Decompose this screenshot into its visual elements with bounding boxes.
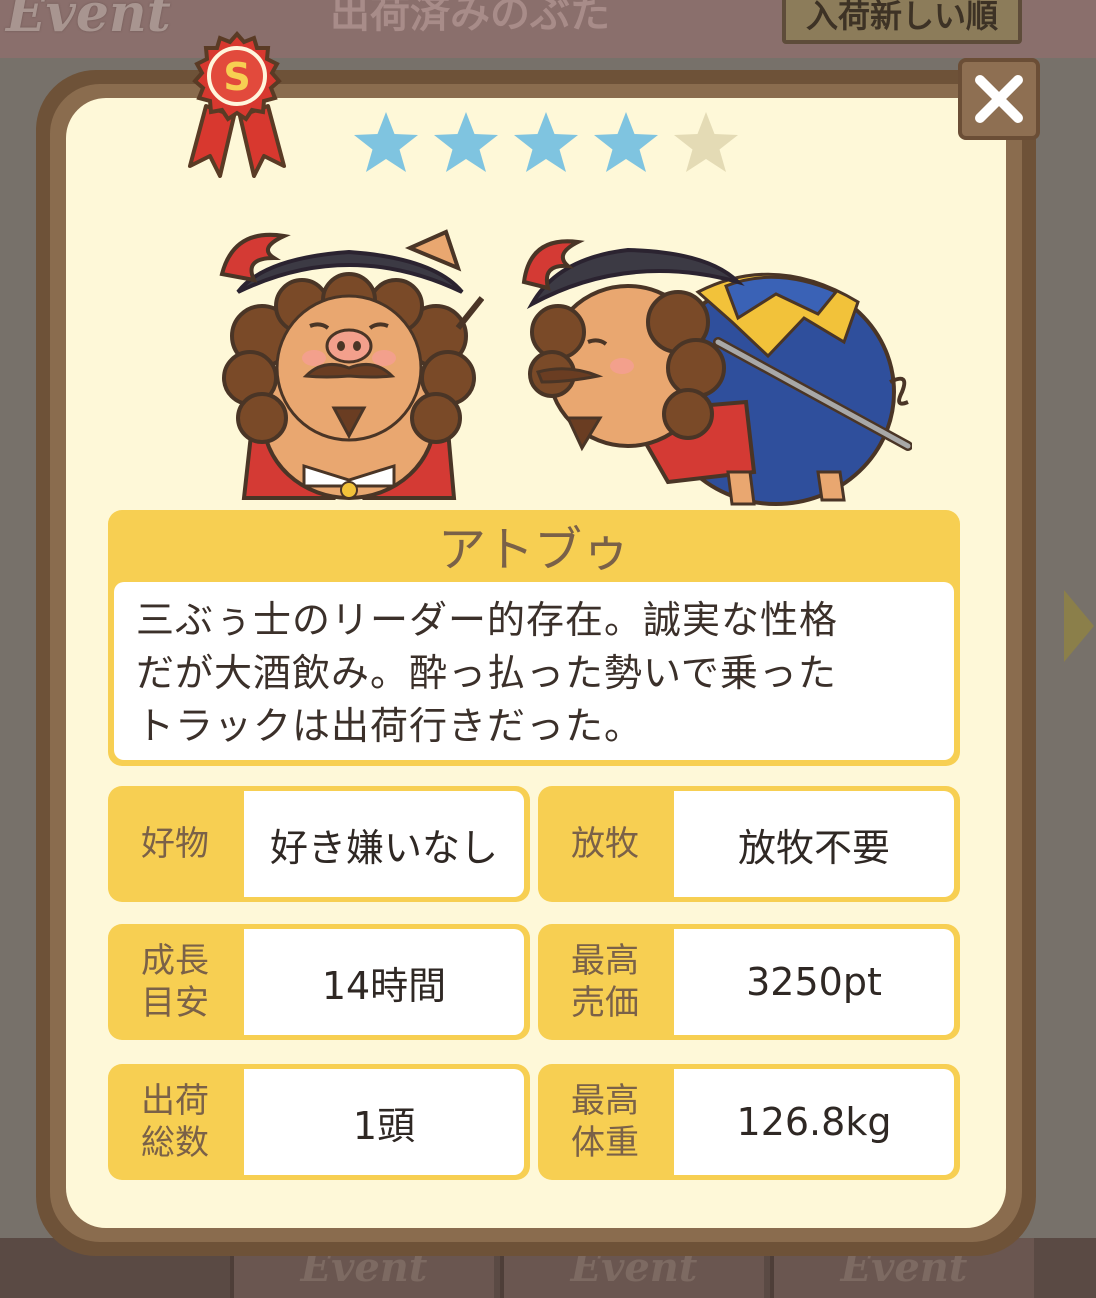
pig-description: 三ぶぅ士のリーダー的存在。誠実な性格 だが大酒飲み。酔っ払った勢いで乗った トラ… (136, 598, 839, 748)
pig-front-view-image (219, 229, 484, 500)
star-filled-icon (354, 112, 418, 172)
sort-button[interactable]: 入荷新しい順 (782, 0, 1022, 44)
rank-ribbon-icon: S (188, 30, 286, 178)
star-filled-icon (434, 112, 498, 172)
stat-grazing: 放牧 放牧不要 (538, 786, 960, 902)
star-empty-icon (674, 112, 738, 172)
stat-value: 放牧不要 (674, 791, 954, 897)
stat-value: 1頭 (244, 1069, 524, 1175)
name-panel: アトブゥ 三ぶぅ士のリーダー的存在。誠実な性格 だが大酒飲み。酔っ払った勢いで乗… (108, 510, 960, 766)
stat-growth-time: 成長 目安 14時間 (108, 924, 530, 1040)
close-icon (975, 75, 1023, 123)
stat-shipped-count: 出荷 総数 1頭 (108, 1064, 530, 1180)
stat-value: 126.8kg (674, 1069, 954, 1175)
stat-value: 14時間 (244, 929, 524, 1035)
close-button[interactable] (958, 58, 1040, 140)
next-arrow-icon[interactable] (1064, 590, 1094, 662)
rank-letter: S (223, 55, 250, 99)
stat-label: 最高 売価 (571, 941, 639, 1023)
rating-stars (350, 108, 742, 180)
stat-label: 放牧 (571, 824, 639, 864)
pig-name: アトブゥ (437, 522, 630, 578)
stat-label: 出荷 総数 (141, 1081, 209, 1163)
stat-max-weight: 最高 体重 126.8kg (538, 1064, 960, 1180)
stat-max-price: 最高 売価 3250pt (538, 924, 960, 1040)
pig-side-view-image (521, 239, 912, 506)
stat-value: 好き嫌いなし (244, 791, 524, 897)
stat-label: 成長 目安 (141, 941, 209, 1023)
stat-value: 3250pt (674, 929, 954, 1035)
stat-favorite-food: 好物 好き嫌いなし (108, 786, 530, 902)
stat-label: 最高 体重 (571, 1081, 639, 1163)
star-filled-icon (514, 112, 578, 172)
screen-title: 出荷済みのぶた (330, 0, 610, 37)
stat-label: 好物 (141, 824, 209, 864)
description-box: 三ぶぅ士のリーダー的存在。誠実な性格 だが大酒飲み。酔っ払った勢いで乗った トラ… (114, 582, 954, 760)
star-filled-icon (594, 112, 658, 172)
